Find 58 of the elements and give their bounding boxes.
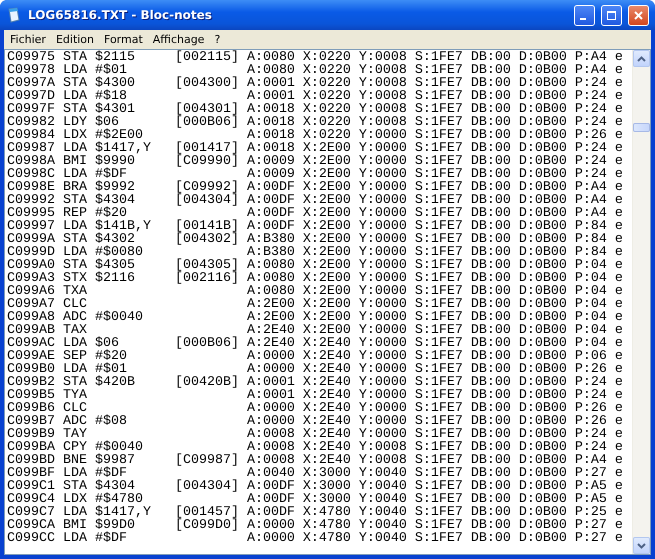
log-line: C099C7 LDA $1417,Y [001457] A:00DF X:4780 Y:0040 S:1FE7 DB:00 D:0B00 P:25 e [7, 506, 623, 519]
minimize-button[interactable] [574, 4, 595, 26]
scroll-up-button[interactable] [633, 50, 650, 67]
log-line: C0999A STA $4302 [004302] A:B380 X:2E00 Y:0000 S:1FE7 DB:00 D:0B00 P:84 e [7, 233, 623, 246]
log-line: C09995 REP #$20 A:00DF X:2E00 Y:0000 S:1FE7 DB:00 D:0B00 P:A4 e [7, 207, 623, 220]
log-line: C09975 STA $2115 [002115] A:0080 X:0220 Y:0008 S:1FE7 DB:00 D:0B00 P:A4 e [7, 51, 623, 64]
log-line: C099BF LDA #$DF A:0040 X:3000 Y:0040 S:1FE7 DB:00 D:0B00 P:27 e [7, 467, 623, 480]
menu-item[interactable]: ? [209, 32, 226, 47]
log-line: C0997D LDA #$18 A:0001 X:0220 Y:0008 S:1FE7 DB:00 D:0B00 P:24 e [7, 90, 623, 103]
log-line: C099AB TAX A:2E40 X:2E00 Y:0000 S:1FE7 DB:00 D:0B00 P:04 e [7, 324, 623, 337]
close-button[interactable] [628, 4, 649, 26]
menu-item[interactable]: Affichage [148, 32, 210, 47]
minimize-icon [580, 18, 586, 20]
scroll-down-button[interactable] [633, 537, 650, 554]
maximize-icon [606, 10, 617, 20]
log-line: C0999D LDA #$0080 A:B380 X:2E00 Y:0000 S:1FE7 DB:00 D:0B00 P:84 e [7, 246, 623, 259]
log-line: C09978 LDA #$01 A:0080 X:0220 Y:0008 S:1FE7 DB:00 D:0B00 P:A4 e [7, 64, 623, 77]
log-line: C099BA CPY #$0040 A:0008 X:2E40 Y:0008 S:1FE7 DB:00 D:0B00 P:24 e [7, 441, 623, 454]
log-line: C0998A BMI $9990 [C09990] A:0009 X:2E00 Y:0000 S:1FE7 DB:00 D:0B00 P:24 e [7, 155, 623, 168]
log-line: C0998E BRA $9992 [C09992] A:00DF X:2E00 Y:0000 S:1FE7 DB:00 D:0B00 P:A4 e [7, 181, 623, 194]
log-line: C0997F STA $4301 [004301] A:0018 X:0220 Y:0008 S:1FE7 DB:00 D:0B00 P:24 e [7, 103, 623, 116]
log-line: C099A3 STX $2116 [002116] A:0080 X:2E00 Y:0000 S:1FE7 DB:00 D:0B00 P:04 e [7, 272, 623, 285]
log-line: C0998C LDA #$DF A:0009 X:2E00 Y:0000 S:1FE7 DB:00 D:0B00 P:24 e [7, 168, 623, 181]
log-line: C09984 LDX #$2E00 A:0018 X:0220 Y:0000 S:1FE7 DB:00 D:0B00 P:26 e [7, 129, 623, 142]
log-line: C099B2 STA $420B [00420B] A:0001 X:2E40 Y:0000 S:1FE7 DB:00 D:0B00 P:24 e [7, 376, 623, 389]
log-line: C099CA BMI $99D0 [C099D0] A:0000 X:4780 Y:0040 S:1FE7 DB:00 D:0B00 P:27 e [7, 519, 623, 532]
log-line: C0997A STA $4300 [004300] A:0001 X:0220 Y:0008 S:1FE7 DB:00 D:0B00 P:24 e [7, 77, 623, 90]
log-line: C09982 LDY $06 [000B06] A:0018 X:0220 Y:0008 S:1FE7 DB:00 D:0B00 P:24 e [7, 116, 623, 129]
log-line: C099CC LDA #$DF A:0000 X:4780 Y:0040 S:1FE7 DB:00 D:0B00 P:27 e [7, 532, 623, 545]
caret-up-icon [637, 56, 646, 62]
log-line: C099B6 CLC A:0000 X:2E40 Y:0000 S:1FE7 DB:00 D:0B00 P:26 e [7, 402, 623, 415]
log-line: C09992 STA $4304 [004304] A:00DF X:2E00 Y:0000 S:1FE7 DB:00 D:0B00 P:A4 e [7, 194, 623, 207]
log-line: C099B0 LDA #$01 A:0000 X:2E40 Y:0000 S:1FE7 DB:00 D:0B00 P:26 e [7, 363, 623, 376]
menu-item[interactable]: Edition [50, 32, 100, 47]
log-line: C099A7 CLC A:2E00 X:2E00 Y:0000 S:1FE7 DB:00 D:0B00 P:04 e [7, 298, 623, 311]
text-area[interactable] [4, 49, 651, 555]
log-line: C09987 LDA $1417,Y [001417] A:0018 X:2E00 Y:0000 S:1FE7 DB:00 D:0B00 P:24 e [7, 142, 623, 155]
caret-down-icon [637, 542, 646, 548]
menu-item[interactable]: Fichier [5, 32, 51, 47]
window-title: LOG65816.TXT - Bloc-notes [28, 8, 213, 22]
log-line: C099A8 ADC #$0040 A:2E00 X:2E00 Y:0000 S:1FE7 DB:00 D:0B00 P:04 e [7, 311, 623, 324]
log-line: C099B5 TYA A:0001 X:2E40 Y:0000 S:1FE7 DB:00 D:0B00 P:24 e [7, 389, 623, 402]
maximize-button[interactable] [601, 4, 622, 26]
log-line: C099C1 STA $4304 [004304] A:00DF X:3000 Y:0040 S:1FE7 DB:00 D:0B00 P:A5 e [7, 480, 623, 493]
log-line: C099A0 STA $4305 [004305] A:0080 X:2E00 Y:0000 S:1FE7 DB:00 D:0B00 P:04 e [7, 259, 623, 272]
notepad-icon [6, 7, 22, 23]
log-line: C099C4 LDX #$4780 A:00DF X:3000 Y:0040 S:1FE7 DB:00 D:0B00 P:A5 e [7, 493, 623, 506]
close-icon [633, 10, 644, 20]
log-line: C099BD BNE $9987 [C09987] A:0008 X:2E40 Y:0008 S:1FE7 DB:00 D:0B00 P:A4 e [7, 454, 623, 467]
log-line: C099B7 ADC #$08 A:0000 X:2E40 Y:0000 S:1FE7 DB:00 D:0B00 P:26 e [7, 415, 623, 428]
log-line: C099AE SEP #$20 A:0000 X:2E40 Y:0000 S:1FE7 DB:00 D:0B00 P:06 e [7, 350, 623, 363]
log-line: C099B9 TAY A:0008 X:2E40 Y:0000 S:1FE7 DB:00 D:0B00 P:24 e [7, 428, 623, 441]
log-line: C099A6 TXA A:0080 X:2E00 Y:0000 S:1FE7 DB:00 D:0B00 P:04 e [7, 285, 623, 298]
scroll-thumb[interactable] [633, 123, 650, 132]
scrollbar[interactable] [632, 50, 650, 554]
menu-item[interactable]: Format [99, 32, 148, 47]
log-line: C09997 LDA $141B,Y [00141B] A:00DF X:2E00 Y:0000 S:1FE7 DB:00 D:0B00 P:84 e [7, 220, 623, 233]
log-line: C099AC LDA $06 [000B06] A:2E40 X:2E40 Y:0000 S:1FE7 DB:00 D:0B00 P:04 e [7, 337, 623, 350]
